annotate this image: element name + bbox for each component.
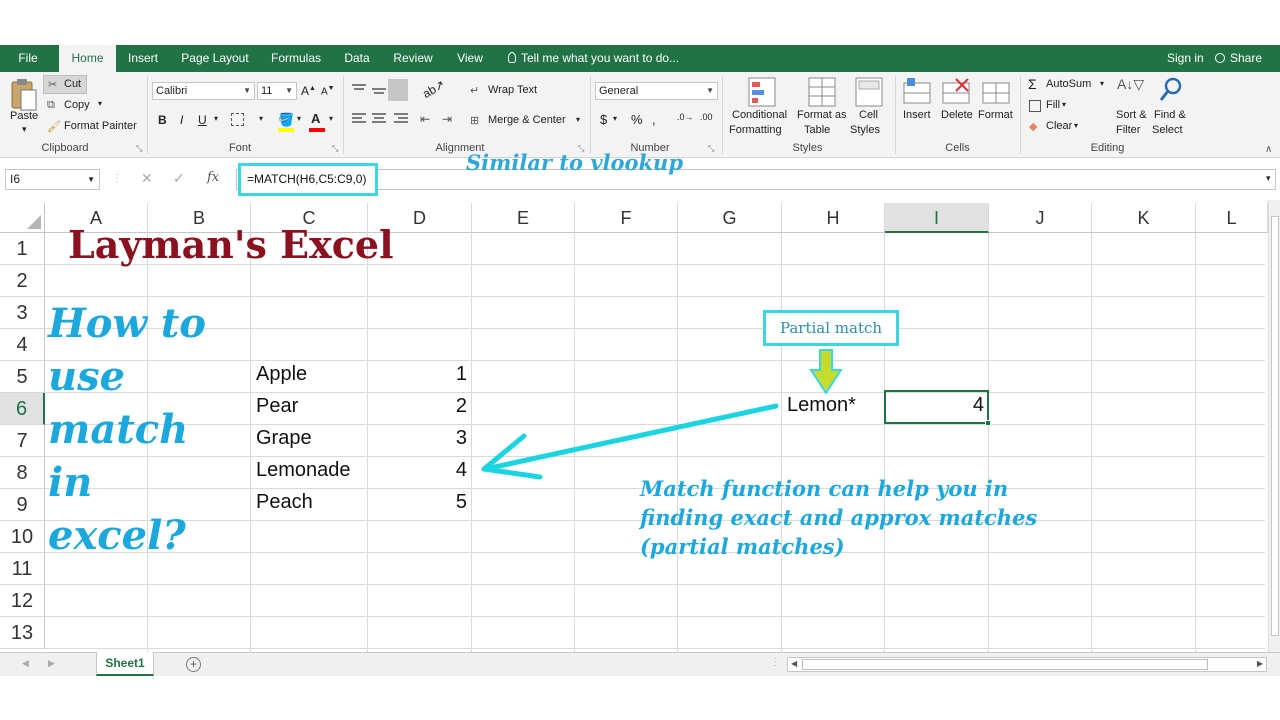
- annotation-arrows: [481, 349, 843, 480]
- arrow-down-icon: [809, 349, 843, 395]
- arrow-head-lower: [481, 466, 543, 480]
- excel-window: File Home Insert Page Layout Formulas Da…: [0, 0, 1280, 720]
- arrow-line: [487, 403, 779, 471]
